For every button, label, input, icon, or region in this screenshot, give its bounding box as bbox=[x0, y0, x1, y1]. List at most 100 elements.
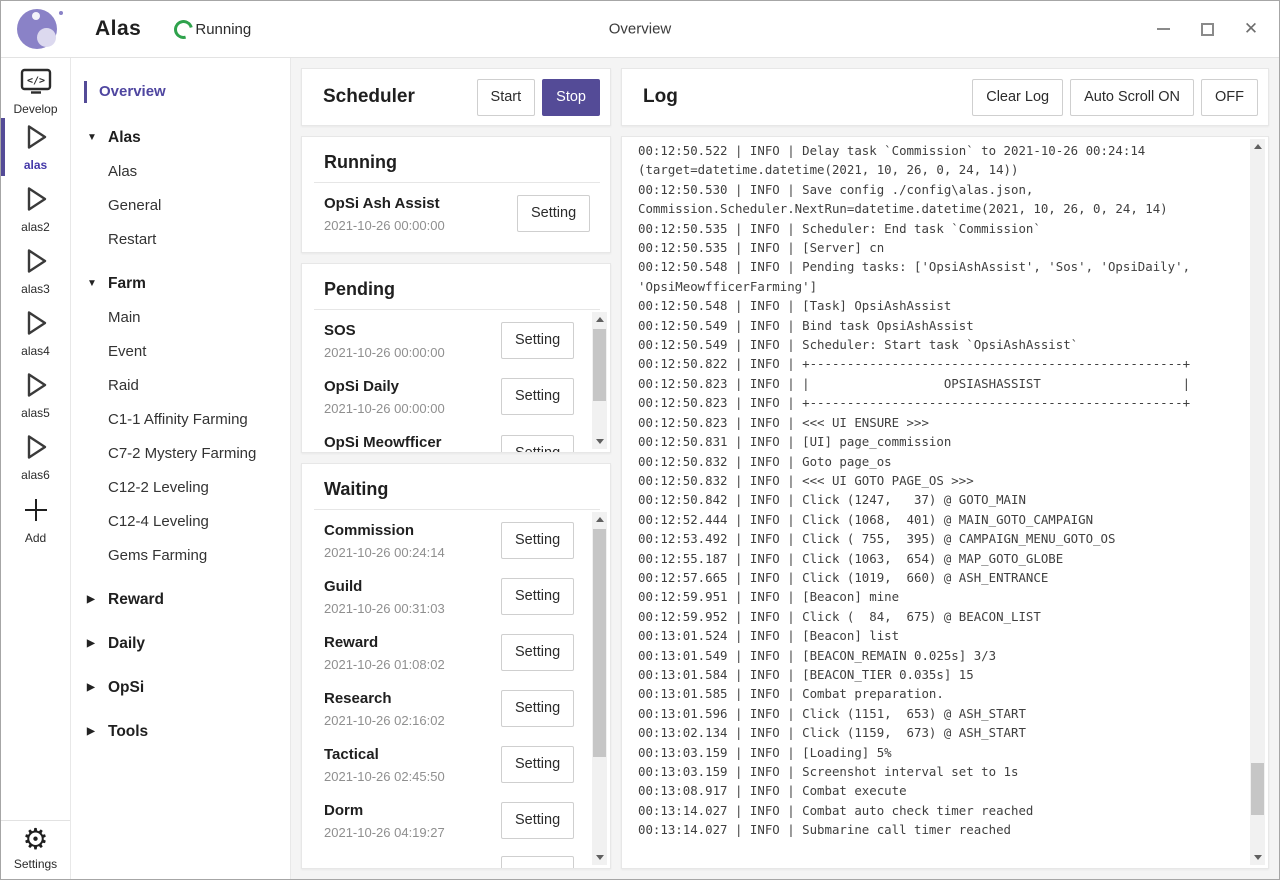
scroll-down-icon[interactable] bbox=[592, 850, 607, 865]
gear-icon: ⚙ bbox=[1, 825, 70, 855]
task-row: Dorm 2021-10-26 04:19:27 Setting bbox=[302, 790, 610, 846]
chevron-collapsed-icon: ▶ bbox=[87, 634, 99, 654]
sidebar-item-label: alas2 bbox=[1, 220, 70, 234]
waiting-scrollbar[interactable] bbox=[592, 512, 607, 865]
scheduler-column: Scheduler Start Stop Running OpSi Ash As… bbox=[301, 68, 611, 869]
nav-item-c1-1-affinity-farming[interactable]: C1-1 Affinity Farming bbox=[71, 410, 290, 430]
nav-item-restart[interactable]: Restart bbox=[71, 230, 290, 250]
setting-button[interactable]: Setting bbox=[501, 378, 574, 415]
chevron-collapsed-icon: ▶ bbox=[87, 678, 99, 698]
sidebar-item-alas5[interactable]: alas5 bbox=[1, 364, 70, 426]
nav-item-gems-farming[interactable]: Gems Farming bbox=[71, 546, 290, 566]
nav-group-label: Farm bbox=[108, 274, 146, 294]
nav-item-c12-2-leveling[interactable]: C12-2 Leveling bbox=[71, 478, 290, 498]
sidebar-item-alas[interactable]: alas bbox=[1, 116, 70, 178]
nav-item-raid[interactable]: Raid bbox=[71, 376, 290, 396]
task-row: OpSi Meowfficer Farming Setting bbox=[302, 422, 610, 452]
setting-button[interactable]: Setting bbox=[501, 802, 574, 839]
scroll-down-icon[interactable] bbox=[1250, 850, 1265, 865]
log-line: 00:12:50.535 | INFO | [Server] cn bbox=[638, 238, 1242, 257]
log-line: 00:12:50.822 | INFO | +-----------------… bbox=[638, 354, 1242, 373]
minimize-icon bbox=[1157, 28, 1170, 30]
setting-button[interactable]: Setting bbox=[501, 578, 574, 615]
nav-group-reward[interactable]: ▶ Reward bbox=[71, 590, 290, 610]
sidebar-item-label: alas4 bbox=[1, 344, 70, 358]
nav-item-label: Overview bbox=[99, 83, 166, 100]
sidebar-item-alas3[interactable]: alas3 bbox=[1, 240, 70, 302]
scroll-up-icon[interactable] bbox=[592, 312, 607, 327]
sidebar-item-alas6[interactable]: alas6 bbox=[1, 426, 70, 488]
setting-button[interactable]: Setting bbox=[501, 856, 574, 868]
log-line: 00:12:59.952 | INFO | Click ( 84, 675) @… bbox=[638, 607, 1242, 626]
auto-scroll-on-button[interactable]: Auto Scroll ON bbox=[1070, 79, 1194, 116]
auto-scroll-off-button[interactable]: OFF bbox=[1201, 79, 1258, 116]
pending-scrollbar[interactable] bbox=[592, 312, 607, 449]
status-label: Running bbox=[195, 21, 251, 38]
nav-item-c12-4-leveling[interactable]: C12-4 Leveling bbox=[71, 512, 290, 532]
nav-group-alas[interactable]: ▼ Alas bbox=[71, 128, 290, 148]
task-name: Shop bbox=[324, 864, 501, 868]
task-name: Reward bbox=[324, 632, 501, 653]
sidebar-item-label: alas3 bbox=[1, 282, 70, 296]
sidebar-item-label: Settings bbox=[1, 857, 70, 871]
play-icon bbox=[22, 123, 50, 151]
setting-button[interactable]: Setting bbox=[501, 746, 574, 783]
window-title: Overview bbox=[609, 21, 672, 38]
start-button[interactable]: Start bbox=[477, 79, 536, 116]
scroll-up-icon[interactable] bbox=[1250, 139, 1265, 154]
task-name: SOS bbox=[324, 320, 501, 341]
nav-item-main[interactable]: Main bbox=[71, 308, 290, 328]
play-icon bbox=[22, 309, 50, 337]
setting-button[interactable]: Setting bbox=[501, 435, 574, 453]
task-name: Tactical bbox=[324, 744, 501, 765]
stop-button[interactable]: Stop bbox=[542, 79, 600, 116]
scroll-up-icon[interactable] bbox=[592, 512, 607, 527]
log-line: 'OpsiMeowfficerFarming'] bbox=[638, 277, 1242, 296]
scroll-thumb[interactable] bbox=[1251, 763, 1264, 815]
nav-group-opsi[interactable]: ▶ OpSi bbox=[71, 678, 290, 698]
nav-item-overview[interactable]: Overview bbox=[71, 80, 290, 104]
log-line: 00:13:01.549 | INFO | [BEACON_REMAIN 0.0… bbox=[638, 646, 1242, 665]
scroll-thumb[interactable] bbox=[593, 529, 606, 757]
log-line: 00:12:53.492 | INFO | Click ( 755, 395) … bbox=[638, 529, 1242, 548]
task-name: OpSi Ash Assist bbox=[324, 193, 517, 214]
develop-icon: </> bbox=[18, 68, 54, 95]
log-output[interactable]: 00:12:50.522 | INFO | Delay task `Commis… bbox=[638, 141, 1242, 864]
close-button[interactable]: ✕ bbox=[1243, 21, 1259, 37]
minimize-button[interactable] bbox=[1155, 21, 1171, 37]
sidebar-item-settings[interactable]: ⚙ Settings bbox=[1, 820, 70, 879]
log-panel: 00:12:50.522 | INFO | Delay task `Commis… bbox=[621, 136, 1269, 869]
nav-item-general[interactable]: General bbox=[71, 196, 290, 216]
play-icon bbox=[22, 185, 50, 213]
maximize-button[interactable] bbox=[1199, 21, 1215, 37]
play-icon bbox=[22, 247, 50, 275]
log-line: 00:12:50.530 | INFO | Save config ./conf… bbox=[638, 180, 1242, 199]
nav-group-daily[interactable]: ▶ Daily bbox=[71, 634, 290, 654]
nav-item-c7-2-mystery-farming[interactable]: C7-2 Mystery Farming bbox=[71, 444, 290, 464]
scroll-down-icon[interactable] bbox=[592, 434, 607, 449]
setting-button[interactable]: Setting bbox=[517, 195, 590, 232]
setting-button[interactable]: Setting bbox=[501, 522, 574, 559]
chevron-expanded-icon: ▼ bbox=[87, 128, 99, 148]
sidebar-item-develop[interactable]: </> Develop bbox=[13, 68, 57, 116]
log-line: 00:13:14.027 | INFO | Combat auto check … bbox=[638, 801, 1242, 820]
log-line: 00:13:03.159 | INFO | [Loading] 5% bbox=[638, 743, 1242, 762]
task-name: Guild bbox=[324, 576, 501, 597]
add-instance-button[interactable]: Add bbox=[1, 488, 70, 553]
setting-button[interactable]: Setting bbox=[501, 634, 574, 671]
sidebar-item-alas2[interactable]: alas2 bbox=[1, 178, 70, 240]
nav-item-event[interactable]: Event bbox=[71, 342, 290, 362]
chevron-collapsed-icon: ▶ bbox=[87, 590, 99, 610]
sidebar-item-alas4[interactable]: alas4 bbox=[1, 302, 70, 364]
task-name: OpSi Daily bbox=[324, 376, 501, 397]
scroll-thumb[interactable] bbox=[593, 329, 606, 401]
log-line: 00:12:55.187 | INFO | Click (1063, 654) … bbox=[638, 549, 1242, 568]
nav-group-label: Reward bbox=[108, 590, 164, 610]
setting-button[interactable]: Setting bbox=[501, 322, 574, 359]
log-scrollbar[interactable] bbox=[1250, 139, 1265, 865]
nav-group-tools[interactable]: ▶ Tools bbox=[71, 722, 290, 742]
nav-group-farm[interactable]: ▼ Farm bbox=[71, 274, 290, 294]
clear-log-button[interactable]: Clear Log bbox=[972, 79, 1063, 116]
setting-button[interactable]: Setting bbox=[501, 690, 574, 727]
nav-item-alas[interactable]: Alas bbox=[71, 162, 290, 182]
